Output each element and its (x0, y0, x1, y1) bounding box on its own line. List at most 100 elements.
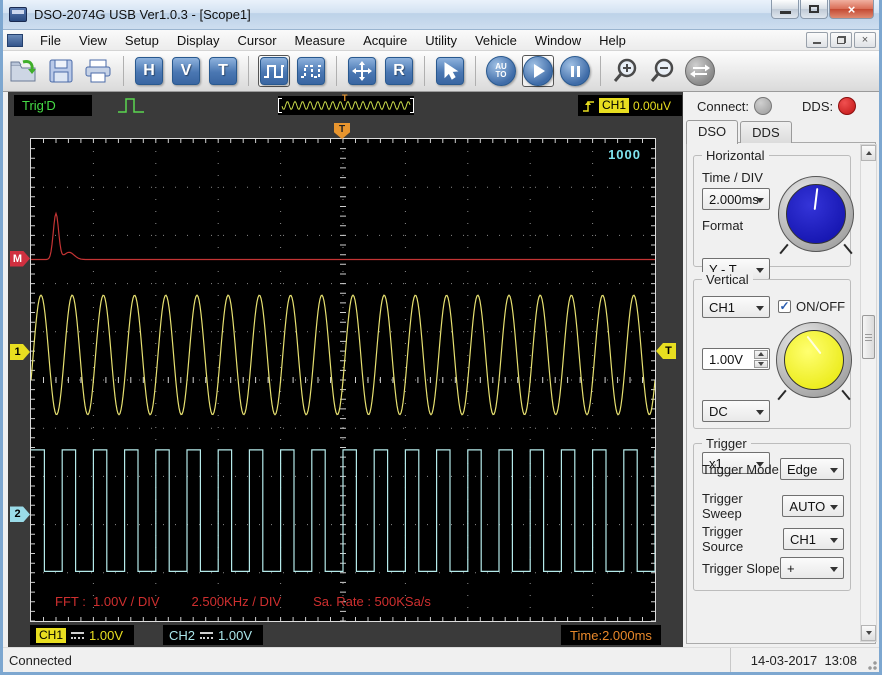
save-button[interactable] (45, 55, 77, 87)
onoff-checkbox[interactable]: ✓ (778, 300, 791, 313)
stepper-down-button[interactable] (754, 359, 768, 368)
scroll-up-button[interactable] (861, 145, 876, 161)
time-div-select[interactable]: 2.000ms (702, 188, 770, 210)
child-close-button[interactable]: × (854, 32, 876, 48)
vertical-knob-face (784, 330, 844, 390)
child-minimize-button[interactable] (806, 32, 828, 48)
stepper-up-button[interactable] (754, 350, 768, 359)
menu-utility[interactable]: Utility (416, 31, 466, 50)
trigger-source-select[interactable]: CH1 (782, 528, 844, 550)
tab-dso[interactable]: DSO (686, 120, 739, 144)
channel-value: CH1 (709, 299, 736, 315)
waveform-dashed-button[interactable] (295, 55, 327, 87)
waveform-preview-slider[interactable]: T (278, 93, 414, 115)
fft-info-row: FFT : 1.00V / DIV 2.500KHz / DIV Sa. Rat… (55, 594, 431, 609)
toolbar-separator (123, 56, 124, 86)
trigger-level-marker[interactable]: T (656, 343, 676, 360)
chevron-down-icon (830, 567, 838, 572)
menu-setup[interactable]: Setup (116, 31, 168, 50)
zoom-out-button[interactable] (647, 55, 679, 87)
title-bar: DSO-2074G USB Ver1.0.3 - [Scope1] × (0, 0, 882, 30)
timebase-value: Time:2.000ms (570, 627, 652, 643)
ch2-label: CH2 (169, 627, 196, 643)
trigger-sweep-select[interactable]: AUTO (782, 495, 844, 517)
coupling-select[interactable]: DC (702, 400, 770, 422)
menu-acquire[interactable]: Acquire (354, 31, 416, 50)
window-title: DSO-2074G USB Ver1.0.3 - [Scope1] (34, 7, 251, 22)
open-button[interactable] (8, 55, 40, 87)
vertical-group: Vertical CH1 ✓ ON/OFF 1.00V DC x1 (693, 272, 852, 474)
menu-display[interactable]: Display (168, 31, 229, 50)
horizontal-button[interactable]: H (133, 55, 165, 87)
run-button[interactable] (522, 55, 554, 87)
scroll-down-button[interactable] (861, 625, 876, 641)
math-position-marker[interactable]: M (10, 250, 30, 267)
preview-trigger-marker[interactable]: T (342, 93, 348, 103)
trigger-mode-select[interactable]: Edge (780, 458, 844, 480)
app-window: DSO-2074G USB Ver1.0.3 - [Scope1] × File… (0, 0, 882, 675)
vertical-button[interactable]: V (170, 55, 202, 87)
fft-rate-text: Sa. Rate : 500KSa/s (313, 594, 431, 609)
math-button[interactable] (346, 55, 378, 87)
child-restore-icon (836, 36, 846, 44)
ch1-position-marker[interactable]: 1 (10, 344, 30, 360)
minimize-button[interactable] (771, 0, 799, 19)
trigger-slope-select[interactable]: + (780, 557, 844, 579)
tab-dds[interactable]: DDS (740, 121, 792, 143)
resize-grip[interactable] (865, 658, 877, 670)
play-icon (523, 56, 553, 86)
menu-window[interactable]: Window (526, 31, 590, 50)
reference-button[interactable]: R (383, 55, 415, 87)
menu-help[interactable]: Help (590, 31, 635, 50)
rising-edge-icon (583, 101, 594, 112)
ch2-position-marker[interactable]: 2 (10, 506, 30, 523)
document-icon (7, 33, 23, 47)
menu-cursor[interactable]: Cursor (229, 31, 286, 50)
trigger-position-marker[interactable]: T (334, 123, 350, 139)
toolbar-separator (424, 56, 425, 86)
print-button[interactable] (82, 55, 114, 87)
cursor-select-button[interactable] (434, 55, 466, 87)
time-div-label: Time / DIV (702, 170, 763, 185)
cursor-arrow-icon (436, 57, 464, 85)
auto-icon: AU TO (486, 56, 516, 86)
toolbar: H V T R AU TO (0, 51, 882, 92)
trigger-sweep-label: Trigger Sweep (702, 491, 743, 521)
dc-coupling-icon (200, 631, 214, 639)
menu-view[interactable]: View (70, 31, 116, 50)
menu-vehicle[interactable]: Vehicle (466, 31, 526, 50)
chevron-down-icon (830, 538, 838, 543)
pause-button[interactable] (559, 55, 591, 87)
child-minimize-icon (813, 41, 821, 44)
chevron-down-icon (830, 505, 838, 510)
dso-panel-body: Horizontal Time / DIV 2.000ms Format Y -… (686, 142, 876, 644)
channel-select[interactable]: CH1 (702, 296, 770, 318)
panel-scrollbar[interactable] (860, 144, 877, 642)
close-button[interactable]: × (829, 0, 874, 19)
horizontal-group-title: Horizontal (702, 148, 769, 163)
autoset-button[interactable]: AU TO (485, 55, 517, 87)
memory-depth-readout: 1000 (608, 147, 641, 162)
trigger-status-text: Trig'D (22, 98, 56, 113)
connection-status-text: Connected (9, 652, 72, 668)
waveform-mode-button[interactable] (258, 55, 290, 87)
child-restore-button[interactable] (830, 32, 852, 48)
menu-measure[interactable]: Measure (286, 31, 355, 50)
scrollbar-thumb[interactable] (862, 315, 875, 359)
folder-open-icon (10, 60, 36, 82)
volts-div-stepper[interactable]: 1.00V (702, 348, 770, 370)
zoom-in-button[interactable] (610, 55, 642, 87)
swap-button[interactable] (684, 55, 716, 87)
waveform-plot (31, 139, 655, 621)
square-wave-icon (260, 57, 288, 85)
horizontal-knob[interactable] (778, 176, 854, 252)
connect-led (754, 97, 773, 115)
letter-t-icon: T (209, 57, 237, 85)
fft-scale-text: FFT : 1.00V / DIV (55, 594, 160, 609)
maximize-button[interactable] (800, 0, 828, 19)
trigger-button[interactable]: T (207, 55, 239, 87)
timebase-readout: Time:2.000ms (561, 625, 661, 645)
menu-file[interactable]: File (31, 31, 70, 50)
toolbar-separator (600, 56, 601, 86)
vertical-knob[interactable] (776, 322, 852, 398)
